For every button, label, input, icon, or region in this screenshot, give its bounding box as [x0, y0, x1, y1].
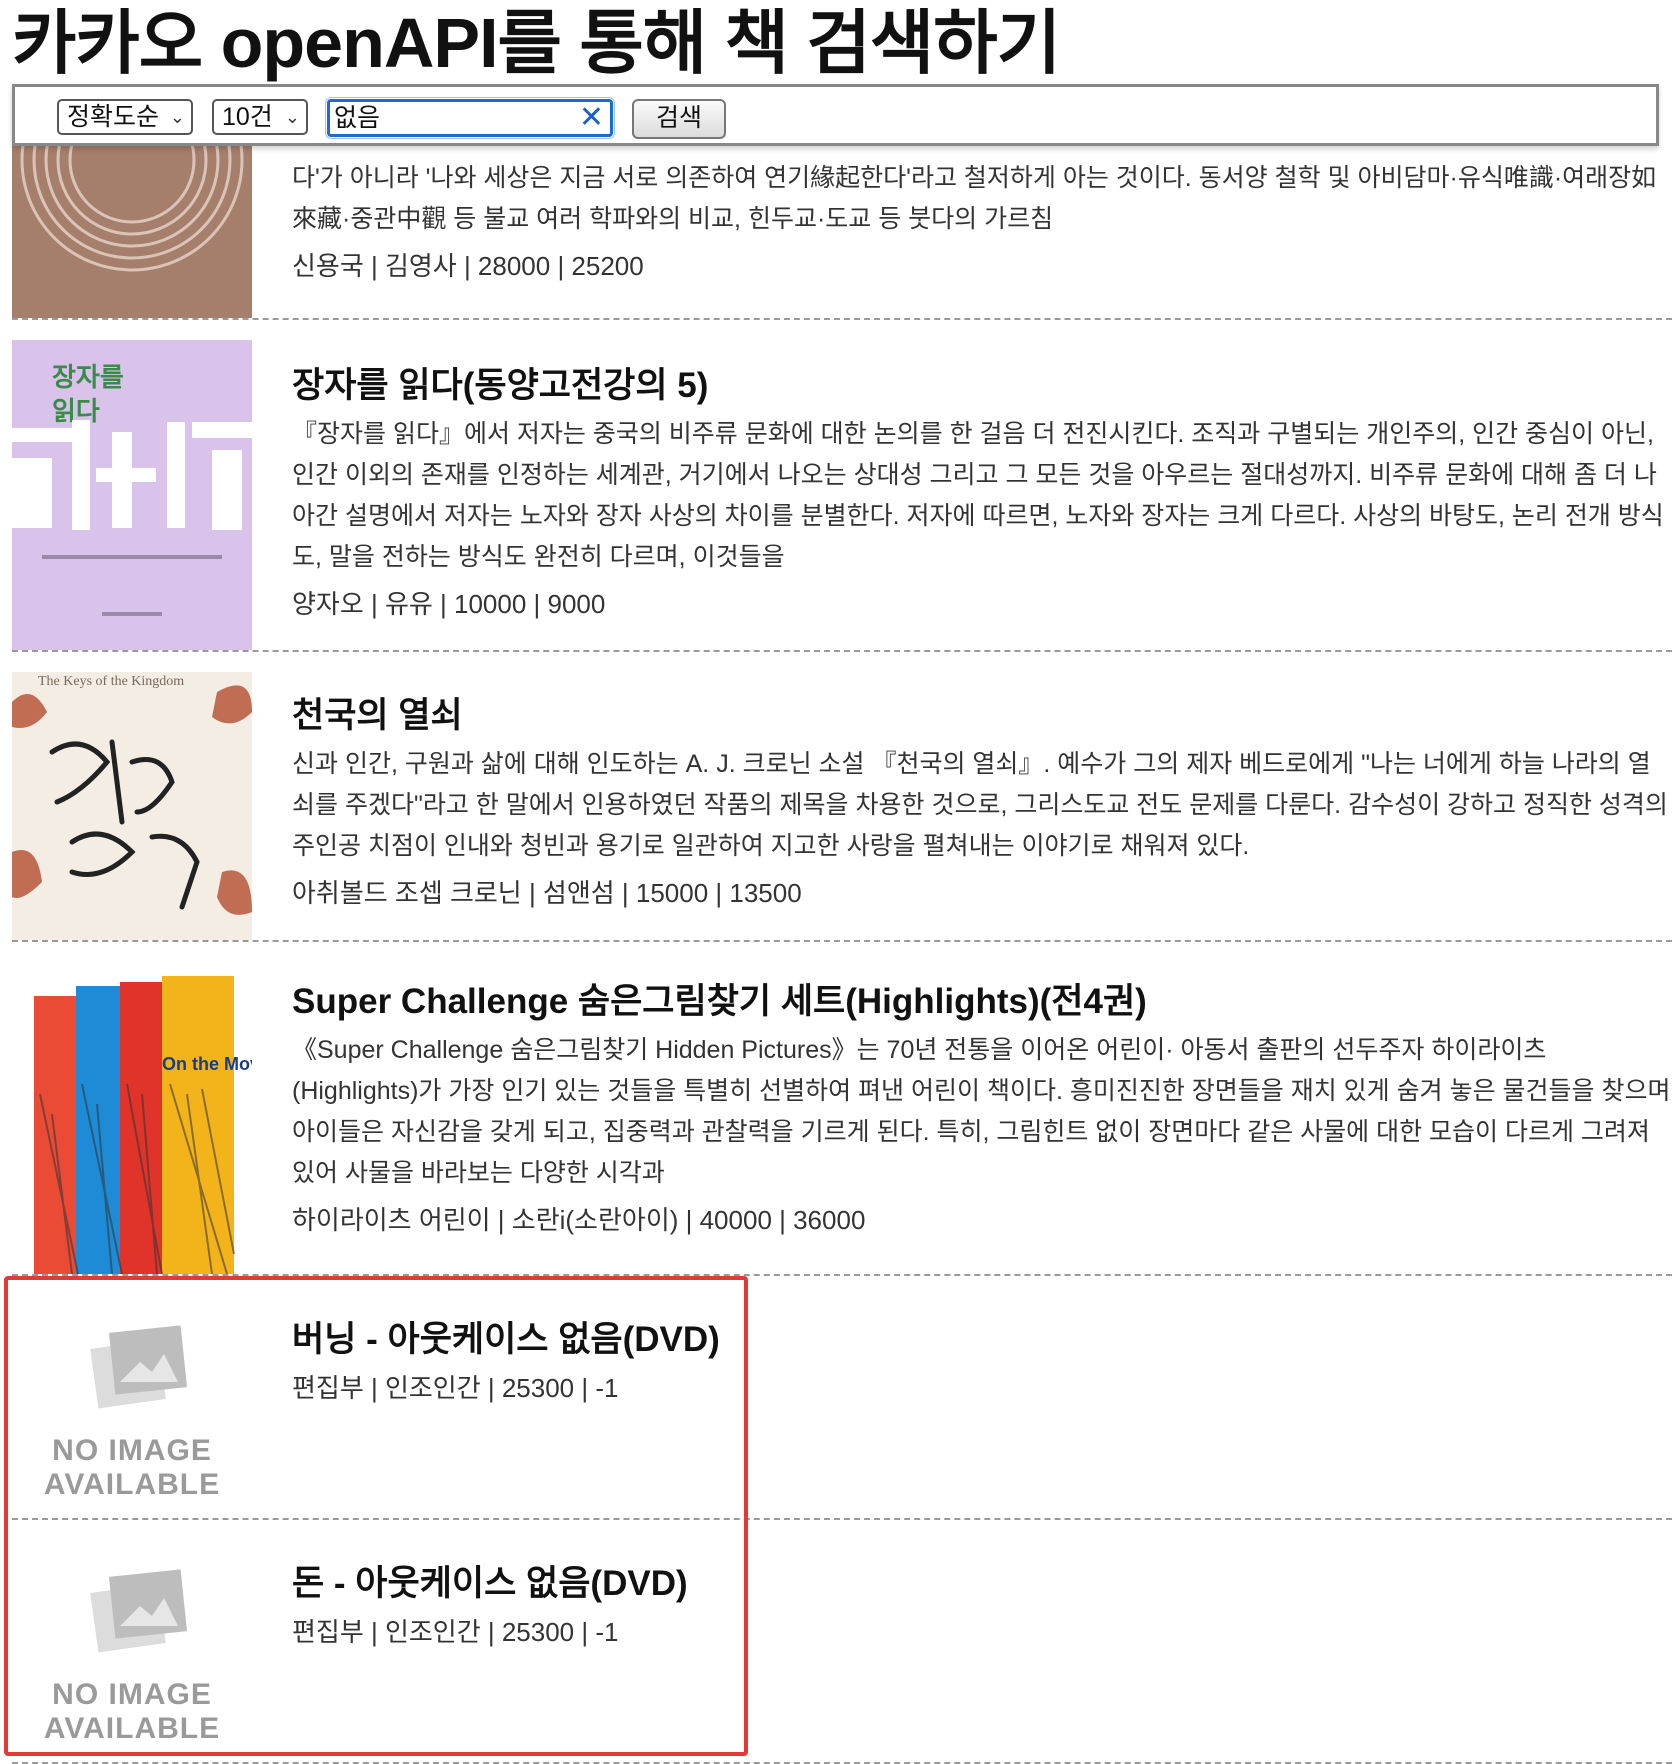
cover-art [12, 685, 252, 915]
chevron-down-icon: ⌄ [284, 107, 300, 127]
item-title[interactable]: Super Challenge 숨은그림찾기 세트(Highlights)(전4… [292, 980, 1672, 1024]
book-cover: The Keys of the Kingdom [12, 672, 252, 940]
item-title[interactable]: 장자를 읽다(동양고전강의 5) [292, 364, 1672, 408]
item-meta: 아취볼드 조셉 크로닌 | 섬앤섬 | 15000 | 13500 [292, 878, 802, 908]
sort-select-value: 정확도순 [67, 103, 160, 131]
item-description: 다'가 아니라 '나와 세상은 지금 서로 의존하여 연기緣起한다'라고 철저하… [292, 164, 1657, 233]
cover-art [12, 420, 252, 616]
sort-select[interactable]: 정확도순 ⌄ [57, 99, 193, 135]
cover-title: On the Move [162, 1054, 252, 1074]
page-size-select-value: 10건 [222, 103, 273, 131]
list-item: 장자를 읽다 장자를 읽다(동양고전강의 5) 『장자를 읽다』에서 저자는 중… [12, 318, 1672, 652]
book-cover [12, 130, 252, 318]
cover-art [34, 976, 235, 1274]
book-cover: On the Move [12, 974, 252, 1274]
item-description: 《Super Challenge 숨은그림찾기 Hidden Pictures》… [292, 1036, 1671, 1187]
chevron-down-icon: ⌄ [169, 107, 185, 127]
search-input[interactable]: 없음 ✕ [325, 97, 615, 139]
search-input-value: 없음 [334, 104, 381, 132]
clear-icon[interactable]: ✕ [579, 102, 604, 134]
highlight-annotation [4, 1276, 748, 1756]
item-meta: 양자오 | 유유 | 10000 | 9000 [292, 589, 606, 619]
item-meta: 신용국 | 김영사 | 28000 | 25200 [292, 251, 644, 281]
cover-art [20, 130, 244, 272]
page-title: 카카오 openAPI를 통해 책 검색하기 [12, 4, 1061, 82]
item-description: 『장자를 읽다』에서 저자는 중국의 비주류 문화에 대한 논의를 한 걸음 더… [292, 420, 1664, 571]
item-meta: 하이라이츠 어린이 | 소란i(소란아이) | 40000 | 36000 [292, 1205, 866, 1235]
page-size-select[interactable]: 10건 ⌄ [212, 99, 308, 135]
search-bar: 정확도순 ⌄ 10건 ⌄ 없음 ✕ 검색 [12, 84, 1659, 146]
item-title[interactable]: 천국의 열쇠 [292, 694, 1672, 738]
book-cover: 장자를 읽다 [12, 340, 252, 650]
list-item: The Keys of the Kingdom 천국의 열쇠 신과 인간, 구원… [12, 650, 1672, 942]
search-button[interactable]: 검색 [632, 99, 726, 139]
list-item: On the Move Super Challenge 숨은그림찾기 세트(Hi… [12, 940, 1672, 1276]
item-description: 신과 인간, 구원과 삶에 대해 인도하는 A. J. 크로닌 소설 『천국의 … [292, 750, 1668, 860]
list-item: 다'가 아니라 '나와 세상은 지금 서로 의존하여 연기緣起한다'라고 철저하… [12, 130, 1672, 320]
